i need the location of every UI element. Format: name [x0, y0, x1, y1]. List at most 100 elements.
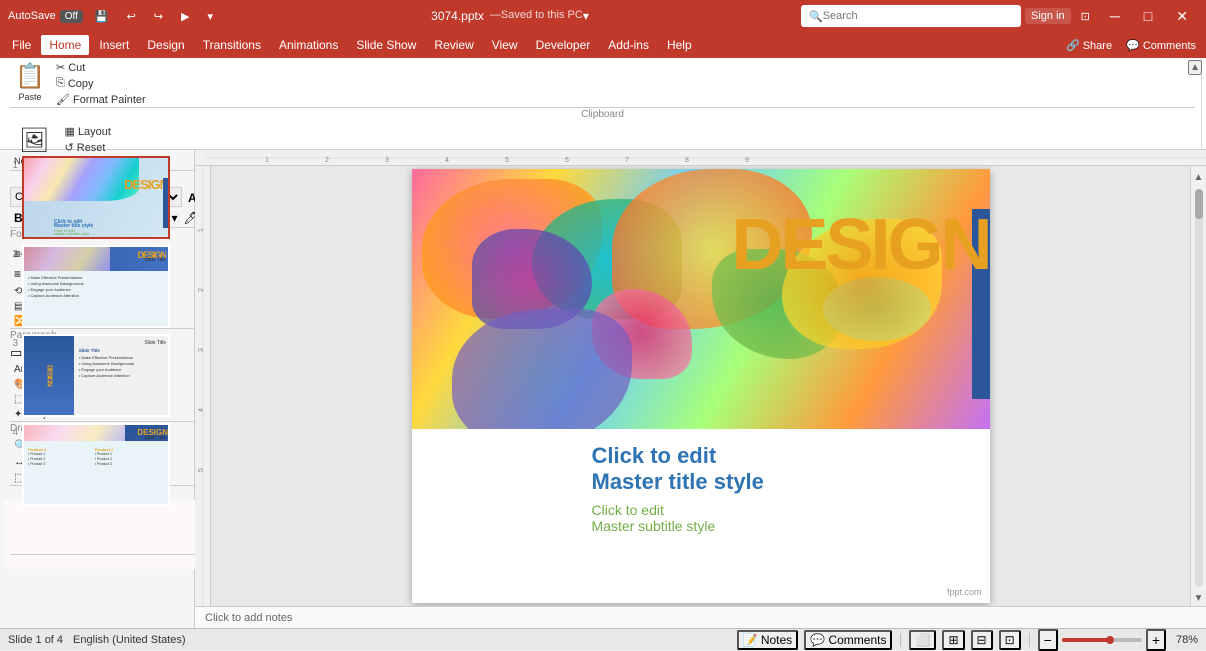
svg-text:7: 7 [625, 157, 629, 164]
slide-4-thumbnail[interactable]: DESIGN Slide Title Product 1 • Product 1… [22, 423, 170, 506]
svg-text:1: 1 [265, 157, 269, 164]
menu-addins[interactable]: Add-ins [600, 35, 657, 55]
scroll-down-button[interactable]: ▼ [1192, 591, 1206, 606]
reading-view-button[interactable]: ⊟ [971, 630, 993, 650]
normal-view-button[interactable]: ⬜ [909, 630, 936, 650]
menu-insert[interactable]: Insert [91, 35, 137, 55]
menu-home[interactable]: Home [41, 35, 89, 55]
rect-icon[interactable]: ▭ [10, 345, 22, 361]
slide-subtitle1[interactable]: Click to edit [592, 502, 974, 518]
undo-button[interactable]: ↩ [121, 8, 142, 25]
slide-main-title[interactable]: Click to edit Master title style [592, 443, 974, 496]
notes-bar[interactable]: Click to add notes [195, 606, 1206, 628]
slide-thumb-3[interactable]: 3 DESIGN Slide Title Slide Title • Make … [4, 334, 190, 417]
ribbon-display-button[interactable]: ⊡ [1075, 8, 1096, 25]
menu-view[interactable]: View [484, 35, 526, 55]
slide-viewport: DESIGN Click to edit Master title style … [211, 166, 1190, 606]
language-info: English (United States) [73, 634, 186, 646]
notes-toggle-button[interactable]: 📝 Notes [737, 630, 799, 650]
menu-help[interactable]: Help [659, 35, 700, 55]
share-button[interactable]: 🔗 Share [1060, 37, 1118, 54]
comments-button[interactable]: 💬 Comments [1120, 37, 1202, 54]
ribbon-collapse-button[interactable]: ▲ [1188, 60, 1202, 75]
cut-button[interactable]: ✂ Cut [52, 60, 150, 75]
slide-3-thumbnail[interactable]: DESIGN Slide Title Slide Title • Make Ef… [22, 334, 170, 417]
menu-slideshow[interactable]: Slide Show [348, 35, 424, 55]
customize-button[interactable]: ▾ [201, 8, 219, 25]
titlebar-left: AutoSave Off 💾 ↩ ↪ ▶ ▾ [8, 8, 219, 25]
menu-animations[interactable]: Animations [271, 35, 346, 55]
autosave-label: AutoSave [8, 10, 56, 22]
autosave-area: AutoSave Off [8, 10, 83, 23]
right-scrollbar: ▲ ▼ [1190, 166, 1206, 606]
close-button[interactable]: ✕ [1166, 6, 1198, 27]
restore-button[interactable]: □ [1134, 6, 1162, 26]
slide-thumb-4[interactable]: 4 DESIGN Slide Title Product 1 • Pro [4, 423, 190, 506]
slide-2-thumbnail[interactable]: DESIGN Slide Title • Make Effective Pres… [22, 245, 170, 328]
master-title-text: Master title style [592, 469, 974, 495]
minimize-button[interactable]: ─ [1100, 6, 1130, 26]
menu-file[interactable]: File [4, 35, 39, 55]
menu-transitions[interactable]: Transitions [195, 35, 269, 55]
slide-canvas[interactable]: DESIGN Click to edit Master title style … [412, 169, 990, 603]
autosave-badge[interactable]: Off [60, 10, 83, 23]
titlebar-center: 3074.pptx — Saved to this PC ▾ [219, 9, 801, 23]
scroll-up-button[interactable]: ▲ [1192, 170, 1206, 185]
menu-developer[interactable]: Developer [528, 35, 599, 55]
menu-design[interactable]: Design [139, 35, 192, 55]
editor-area: 1 2 3 4 5 6 7 8 9 [195, 150, 1206, 628]
design-overlay-text: DESIGN [731, 209, 989, 281]
watermark: fppt.com [947, 587, 982, 597]
search-box[interactable]: 🔍 [801, 5, 1021, 27]
saved-status: — [490, 9, 501, 23]
svg-text:2: 2 [198, 288, 205, 292]
click-to-edit-text: Click to edit [592, 443, 974, 469]
scrollbar-thumb[interactable] [1195, 189, 1203, 219]
slideshow-button[interactable]: ⊡ [999, 630, 1021, 650]
titlebar: AutoSave Off 💾 ↩ ↪ ▶ ▾ 3074.pptx — Saved… [0, 0, 1206, 32]
slide-subtitle2[interactable]: Master subtitle style [592, 518, 974, 534]
ribbon-group-clipboard: 📋 Paste ✂ Cut ⎘ Copy 🖌 Format Painter Cl… [4, 58, 1202, 122]
slide-image-area: DESIGN [412, 169, 990, 429]
comments-toggle-button[interactable]: 💬 Comments [804, 630, 892, 650]
paste-label: Paste [18, 92, 41, 102]
vertical-ruler: 1 2 3 4 5 [195, 166, 211, 606]
ribbon: 📋 Paste ✂ Cut ⎘ Copy 🖌 Format Painter Cl… [0, 58, 1206, 150]
copy-button[interactable]: ⎘ Copy [52, 76, 150, 91]
layout-button[interactable]: ▦ Layout [61, 124, 122, 139]
slide-sorter-button[interactable]: ⊞ [942, 630, 964, 650]
statusbar: Slide 1 of 4 English (United States) 📝 N… [0, 628, 1206, 650]
search-input[interactable] [823, 10, 983, 22]
slide-thumb-2[interactable]: 2 DESIGN Slide Title • Make Effective Pr… [4, 245, 190, 328]
colorful-background: DESIGN [412, 169, 990, 429]
svg-text:3: 3 [198, 348, 205, 352]
svg-text:6: 6 [565, 157, 569, 164]
svg-text:1: 1 [198, 228, 205, 232]
zoom-in-button[interactable]: + [1146, 629, 1166, 651]
zoom-level[interactable]: 78% [1170, 634, 1198, 646]
slide-1-thumbnail[interactable]: DESIGN Click to edit Master title style … [22, 156, 170, 239]
menu-review[interactable]: Review [426, 35, 481, 55]
svg-text:8: 8 [685, 157, 689, 164]
zoom-slider[interactable] [1062, 638, 1142, 642]
svg-text:9: 9 [745, 157, 749, 164]
zoom-out-button[interactable]: − [1038, 629, 1058, 651]
statusbar-right: 📝 Notes 💬 Comments ⬜ ⊞ ⊟ ⊡ − + 78% [737, 629, 1198, 651]
format-painter-button[interactable]: 🖌 Format Painter [52, 92, 150, 107]
paste-button[interactable]: 📋 Paste [10, 60, 50, 104]
redo-button[interactable]: ↪ [148, 8, 169, 25]
reset-button[interactable]: ↺ Reset [61, 140, 122, 155]
horizontal-ruler: 1 2 3 4 5 6 7 8 9 [195, 150, 1206, 166]
save-button[interactable]: 💾 [89, 8, 115, 25]
titlebar-right: 🔍 Sign in ⊡ ─ □ ✕ [801, 5, 1198, 27]
svg-text:5: 5 [505, 157, 509, 164]
statusbar-left: Slide 1 of 4 English (United States) [8, 634, 186, 646]
present-button[interactable]: ▶ [175, 8, 195, 25]
menubar: File Home Insert Design Transitions Anim… [0, 32, 1206, 58]
signin-button[interactable]: Sign in [1025, 8, 1071, 24]
zoom-track: − + 78% [1038, 629, 1198, 651]
slide-thumb-1[interactable]: 1 DESIGN Click to edit Master title styl… [4, 156, 190, 239]
new-slide-icon: 🖼 [19, 126, 49, 155]
zoom-thumb[interactable] [1106, 636, 1114, 644]
saved-dropdown[interactable]: ▾ [583, 9, 589, 23]
